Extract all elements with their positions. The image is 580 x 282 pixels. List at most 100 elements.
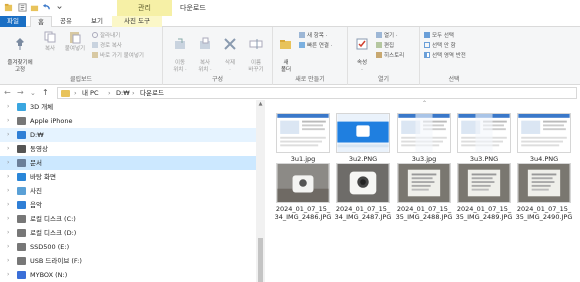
nav-item[interactable]: › Apple iPhone: [0, 114, 256, 128]
cube-icon: [17, 103, 26, 111]
new-folder-icon[interactable]: [30, 3, 39, 12]
edit-button[interactable]: 편집: [376, 42, 394, 50]
nav-item[interactable]: › D:₩: [0, 128, 256, 142]
file-thumbnail[interactable]: [276, 113, 330, 153]
nav-scrollbar[interactable]: ▲: [256, 100, 265, 282]
tab-picture-tools[interactable]: 사진 도구: [112, 16, 162, 27]
expand-chevron-icon[interactable]: ›: [7, 198, 9, 212]
file-name: 2024_01_07_15_34_IMG_2486.JPG: [274, 205, 332, 221]
paste-button[interactable]: 붙여넣기: [62, 30, 88, 53]
paste-shortcut-label: 바로 가기 붙여넣기: [100, 53, 144, 59]
nav-item[interactable]: › MYBOX (N:): [0, 268, 256, 282]
nav-item[interactable]: › 3D 개체: [0, 100, 256, 114]
copy-path-button[interactable]: 경로 복사: [92, 42, 122, 50]
paste-shortcut-button[interactable]: 바로 가기 붙여넣기: [92, 52, 144, 60]
nav-item[interactable]: › 음악: [0, 198, 256, 212]
scroll-thumb[interactable]: [258, 238, 263, 282]
properties-button[interactable]: 속성 ·: [352, 30, 372, 74]
ribbon-tabs: 파일 홈 공유 보기 사진 도구: [0, 16, 580, 28]
properties-label: 속성 ·: [356, 60, 368, 73]
nav-item[interactable]: › 바탕 화면: [0, 170, 256, 184]
select-none-button[interactable]: 선택 안 함: [424, 42, 456, 50]
file-thumbnail[interactable]: [397, 163, 451, 203]
undo-icon[interactable]: [42, 3, 51, 12]
pin-quick-access-button[interactable]: 즐겨찾기에 고정: [2, 30, 38, 74]
move-to-button[interactable]: 이동 위치 ·: [169, 30, 191, 74]
paste-shortcut-icon: [92, 52, 98, 58]
scroll-up-icon[interactable]: ▲: [256, 100, 265, 109]
back-button[interactable]: ←: [4, 88, 11, 98]
easy-access-button[interactable]: 빠른 연결 ·: [299, 42, 333, 50]
breadcrumb-my-pc[interactable]: 내 PC: [82, 88, 99, 99]
manage-context-tab[interactable]: 관리: [117, 0, 172, 16]
nav-item[interactable]: › USB 드라이브 (F:): [0, 254, 256, 268]
quick-access-dropdown-icon[interactable]: [55, 3, 64, 12]
cut-button[interactable]: 잘라내기: [92, 32, 120, 40]
expand-chevron-icon[interactable]: ›: [7, 240, 9, 254]
file-thumbnail[interactable]: [336, 113, 390, 153]
nav-item[interactable]: › 문서: [0, 156, 256, 170]
file-item[interactable]: 3u3.jpg: [395, 113, 453, 163]
file-thumbnail[interactable]: [517, 113, 571, 153]
select-all-button[interactable]: 모두 선택: [424, 32, 454, 40]
file-thumbnail[interactable]: [457, 113, 511, 153]
nav-item[interactable]: › 로컬 디스크 (D:): [0, 226, 256, 240]
breadcrumb-drive-d[interactable]: D:₩: [116, 88, 130, 99]
file-thumbnail[interactable]: [457, 163, 511, 203]
delete-button[interactable]: 삭제 ·: [220, 30, 240, 74]
history-button[interactable]: 히스토리: [376, 52, 404, 60]
file-item[interactable]: 2024_01_07_15_34_IMG_2486.JPG: [274, 163, 332, 221]
expand-chevron-icon[interactable]: ›: [7, 212, 9, 226]
tab-file[interactable]: 파일: [0, 16, 26, 27]
new-item-button[interactable]: 새 항목 ·: [299, 32, 327, 40]
copy-to-button[interactable]: 복사 위치 ·: [194, 30, 216, 74]
file-item[interactable]: 3u4.PNG: [515, 113, 573, 163]
expand-chevron-icon[interactable]: ›: [7, 268, 9, 282]
expand-chevron-icon[interactable]: ›: [7, 142, 9, 156]
file-item[interactable]: 2024_01_07_15_34_IMG_2487.JPG: [334, 163, 392, 221]
forward-button[interactable]: →: [17, 88, 24, 98]
file-thumbnail[interactable]: [517, 163, 571, 203]
tab-view[interactable]: 보기: [86, 16, 108, 27]
nav-item[interactable]: › 동영상: [0, 142, 256, 156]
file-thumbnail[interactable]: [397, 113, 451, 153]
new-group: 새 폴더 새 항목 · 빠른 연결 · 새로 만들기: [273, 27, 348, 85]
recent-locations-button[interactable]: ⌄: [30, 88, 36, 98]
breadcrumb-downloads[interactable]: 다운로드: [140, 88, 164, 99]
ribbon: 즐겨찾기에 고정 복사 붙여넣기 잘라내기 경로 복사 바로 가기 붙여넣기 클…: [0, 27, 580, 85]
nav-item[interactable]: › 사진: [0, 184, 256, 198]
up-button[interactable]: ↑: [42, 88, 49, 98]
file-item[interactable]: 2024_01_07_15_35_IMG_2488.JPG: [395, 163, 453, 221]
nav-item[interactable]: › 로컬 디스크 (C:): [0, 212, 256, 226]
expand-chevron-icon[interactable]: ›: [7, 128, 9, 142]
file-item[interactable]: 2024_01_07_15_35_IMG_2490.JPG: [515, 163, 573, 221]
new-folder-button[interactable]: 새 폴더: [277, 30, 295, 74]
address-bar[interactable]: › 내 PC › D:₩ › 다운로드: [57, 87, 577, 99]
breadcrumb-separator[interactable]: ›: [132, 88, 135, 99]
file-item[interactable]: 3u1.jpg: [274, 113, 332, 163]
nav-item[interactable]: › SSD500 (E:): [0, 240, 256, 254]
rename-button[interactable]: 이름 바꾸기: [243, 30, 269, 74]
file-item[interactable]: 2024_01_07_15_35_IMG_2489.JPG: [455, 163, 513, 221]
tab-share[interactable]: 공유: [55, 16, 77, 27]
file-item[interactable]: 3u3.PNG: [455, 113, 513, 163]
expand-chevron-icon[interactable]: ›: [7, 156, 9, 170]
file-thumbnail[interactable]: [276, 163, 330, 203]
expand-chevron-icon[interactable]: ›: [7, 184, 9, 198]
file-item[interactable]: 3u2.PNG: [334, 113, 392, 163]
file-thumbnail[interactable]: [336, 163, 390, 203]
breadcrumb-separator[interactable]: ›: [74, 88, 77, 99]
invert-selection-button[interactable]: 선택 영역 반전: [424, 52, 466, 60]
properties-icon[interactable]: [18, 3, 27, 12]
scissors-icon: [92, 32, 98, 38]
expand-chevron-icon[interactable]: ›: [7, 170, 9, 184]
open-button[interactable]: 열기 ·: [376, 32, 398, 40]
expand-chevron-icon[interactable]: ›: [7, 114, 9, 128]
select-all-icon: [424, 32, 430, 38]
file-name: 3u3.PNG: [469, 155, 499, 163]
expand-chevron-icon[interactable]: ›: [7, 254, 9, 268]
expand-chevron-icon[interactable]: ›: [7, 100, 9, 114]
expand-chevron-icon[interactable]: ›: [7, 226, 9, 240]
breadcrumb-separator[interactable]: ›: [108, 88, 111, 99]
copy-button[interactable]: 복사: [40, 30, 60, 53]
